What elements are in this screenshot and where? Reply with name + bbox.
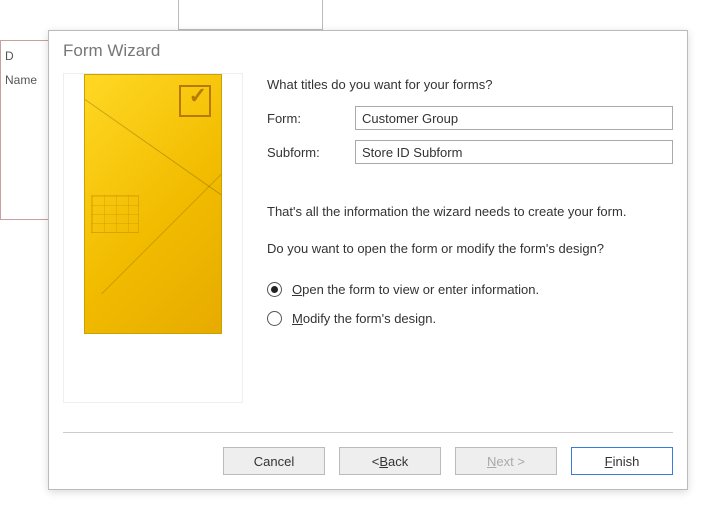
subform-title-input[interactable] xyxy=(355,140,673,164)
radio-modify-row[interactable]: Modify the form's design. xyxy=(267,311,673,326)
info-text: That's all the information the wizard ne… xyxy=(267,204,673,219)
bg-field-name: Name xyxy=(5,73,45,87)
wizard-preview-image xyxy=(84,74,222,334)
content-pane: What titles do you want for your forms? … xyxy=(267,73,673,432)
next-button: Next > xyxy=(455,447,557,475)
preview-pane xyxy=(63,73,243,403)
bg-top-frame xyxy=(178,0,323,30)
question-titles: What titles do you want for your forms? xyxy=(267,77,673,92)
cancel-button[interactable]: Cancel xyxy=(223,447,325,475)
form-title-row: Form: xyxy=(267,106,673,130)
form-title-input[interactable] xyxy=(355,106,673,130)
question-open-modify: Do you want to open the form or modify t… xyxy=(267,241,673,256)
bg-field-id: D xyxy=(5,49,45,63)
dialog-title: Form Wizard xyxy=(49,31,687,67)
form-label: Form: xyxy=(267,111,347,126)
radio-modify-label[interactable]: Modify the form's design. xyxy=(292,311,436,326)
radio-modify[interactable] xyxy=(267,311,282,326)
radio-open[interactable] xyxy=(267,282,282,297)
form-wizard-dialog: Form Wizard What titles do you want for … xyxy=(48,30,688,490)
background-field-list: D Name xyxy=(0,40,50,220)
radio-open-label[interactable]: Open the form to view or enter informati… xyxy=(292,282,539,297)
back-button[interactable]: < Back xyxy=(339,447,441,475)
radio-open-row[interactable]: Open the form to view or enter informati… xyxy=(267,282,673,297)
finish-button[interactable]: Finish xyxy=(571,447,673,475)
subform-title-row: Subform: xyxy=(267,140,673,164)
subform-label: Subform: xyxy=(267,145,347,160)
dialog-body: What titles do you want for your forms? … xyxy=(49,67,687,432)
button-row: Cancel < Back Next > Finish xyxy=(49,433,687,489)
